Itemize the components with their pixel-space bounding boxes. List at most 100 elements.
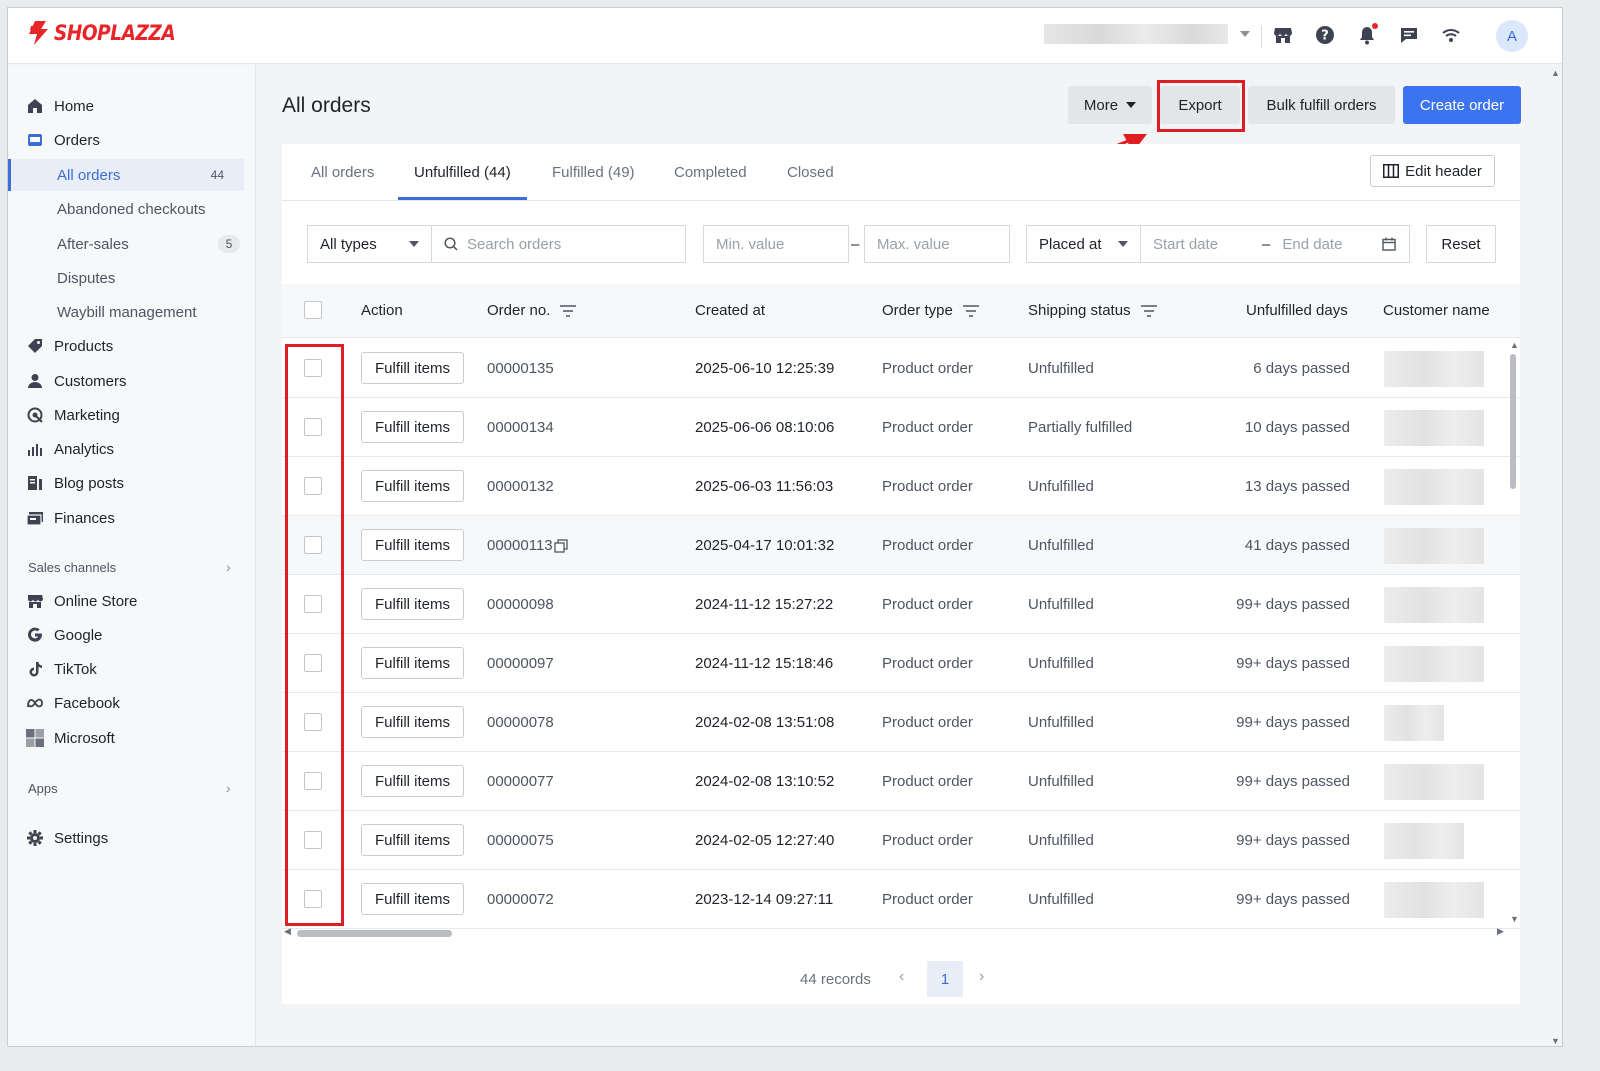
window-scrollbar[interactable]: ▲ ▼	[1547, 66, 1562, 1046]
scroll-down-arrow[interactable]: ▼	[1510, 914, 1519, 924]
sidebar-item-orders[interactable]: Orders	[8, 123, 256, 157]
column-order-type[interactable]: Order type	[882, 302, 979, 319]
sidebar-item-facebook[interactable]: Facebook	[8, 686, 256, 720]
table-row[interactable]: Fulfill items 00000098 2024-11-12 15:27:22…	[282, 575, 1520, 634]
fulfill-items-button[interactable]: Fulfill items	[361, 765, 464, 797]
chevron-left-icon[interactable]: ‹	[899, 968, 904, 986]
sidebar-item-tiktok[interactable]: TikTok	[8, 652, 256, 686]
date-field-select[interactable]: Placed at	[1026, 225, 1141, 263]
sidebar-item-microsoft[interactable]: Microsoft	[8, 721, 256, 755]
fulfill-items-button[interactable]: Fulfill items	[361, 411, 464, 443]
bulk-fulfill-orders-button[interactable]: Bulk fulfill orders	[1248, 86, 1395, 124]
scroll-up-arrow[interactable]: ▲	[1551, 68, 1560, 78]
scroll-left-arrow[interactable]: ◀	[284, 926, 291, 937]
tab-completed[interactable]: Completed	[674, 164, 747, 181]
sidebar-item-google[interactable]: Google	[8, 618, 256, 652]
table-row[interactable]: Fulfill items 00000077 2024-02-08 13:10:52…	[282, 752, 1520, 811]
order-number[interactable]: 00000113	[487, 537, 553, 554]
fulfill-items-button[interactable]: Fulfill items	[361, 883, 464, 915]
wifi-icon[interactable]	[1438, 22, 1464, 48]
filter-icon[interactable]	[1140, 304, 1157, 317]
table-row[interactable]: Fulfill items 00000078 2024-02-08 13:51:08…	[282, 693, 1520, 752]
store-icon[interactable]	[1270, 22, 1296, 48]
table-row[interactable]: Fulfill items 00000113 2025-04-17 10:01:32…	[282, 516, 1520, 575]
chevron-right-icon[interactable]: ›	[226, 780, 231, 796]
table-row[interactable]: Fulfill items 00000135 2025-06-10 12:25:39…	[282, 339, 1520, 398]
edit-header-button[interactable]: Edit header	[1370, 155, 1495, 187]
order-number[interactable]: 00000135	[487, 360, 554, 377]
max-value-input[interactable]: Max. value	[864, 225, 1010, 263]
more-button[interactable]: More	[1068, 86, 1152, 124]
sidebar-subitem-abandoned-checkouts[interactable]: Abandoned checkouts	[8, 193, 256, 225]
copy-icon[interactable]	[554, 539, 568, 553]
order-number[interactable]: 00000075	[487, 832, 554, 849]
sidebar-item-label: Settings	[54, 829, 109, 847]
vertical-scrollbar[interactable]	[1510, 354, 1516, 489]
column-shipping-status[interactable]: Shipping status	[1028, 302, 1157, 319]
tab-fulfilled[interactable]: Fulfilled (49)	[552, 164, 635, 181]
shoplazza-logo[interactable]: SHOPLAZZA	[26, 20, 192, 46]
column-label: Order type	[882, 302, 953, 319]
sidebar-item-blog-posts[interactable]: Blog posts	[8, 466, 256, 500]
chat-icon[interactable]	[1396, 22, 1422, 48]
fulfill-items-button[interactable]: Fulfill items	[361, 647, 464, 679]
order-number[interactable]: 00000134	[487, 419, 554, 436]
create-order-button[interactable]: Create order	[1403, 86, 1521, 124]
tab-closed[interactable]: Closed	[787, 164, 834, 181]
sidebar-item-home[interactable]: Home	[8, 89, 256, 123]
sidebar-item-settings[interactable]: Settings	[8, 821, 256, 855]
order-number[interactable]: 00000077	[487, 773, 554, 790]
order-number[interactable]: 00000097	[487, 655, 554, 672]
sidebar-item-analytics[interactable]: Analytics	[8, 432, 256, 466]
fulfill-items-button[interactable]: Fulfill items	[361, 352, 464, 384]
order-number[interactable]: 00000078	[487, 714, 554, 731]
select-all-checkbox[interactable]	[304, 301, 322, 319]
filter-icon[interactable]	[962, 304, 979, 317]
column-order-no[interactable]: Order no.	[487, 302, 577, 319]
fulfill-items-button[interactable]: Fulfill items	[361, 529, 464, 561]
tab-unfulfilled[interactable]: Unfulfilled (44)	[414, 164, 511, 181]
sales-channels-heading: Sales channels	[28, 560, 117, 575]
sidebar-item-marketing[interactable]: Marketing	[8, 398, 256, 432]
sidebar-item-customers[interactable]: Customers	[8, 364, 256, 398]
table-row[interactable]: Fulfill items 00000134 2025-06-06 08:10:06…	[282, 398, 1520, 457]
filter-icon[interactable]	[560, 304, 577, 317]
scroll-down-arrow[interactable]: ▼	[1551, 1036, 1560, 1046]
order-type-select[interactable]: All types	[307, 225, 432, 263]
chevron-right-icon[interactable]: ›	[226, 559, 231, 575]
sidebar-subitem-all-orders[interactable]: All orders 44	[8, 159, 244, 191]
store-selector[interactable]	[1044, 24, 1250, 44]
created-at: 2025-06-06 08:10:06	[695, 419, 835, 436]
order-number[interactable]: 00000072	[487, 891, 554, 908]
table-row[interactable]: Fulfill items 00000132 2025-06-03 11:56:03…	[282, 457, 1520, 516]
tab-all-orders[interactable]: All orders	[311, 164, 374, 181]
horizontal-scrollbar[interactable]	[297, 930, 452, 937]
sidebar-subitem-waybill-management[interactable]: Waybill management	[8, 296, 256, 328]
scroll-up-arrow[interactable]: ▲	[1510, 340, 1519, 350]
fulfill-items-button[interactable]: Fulfill items	[361, 706, 464, 738]
scroll-right-arrow[interactable]: ▶	[1497, 926, 1504, 937]
fulfill-items-button[interactable]: Fulfill items	[361, 588, 464, 620]
reset-button[interactable]: Reset	[1426, 225, 1496, 263]
search-input[interactable]: Search orders	[431, 225, 686, 263]
help-icon[interactable]: ?	[1312, 22, 1338, 48]
sidebar-item-products[interactable]: Products	[8, 329, 256, 363]
order-number[interactable]: 00000132	[487, 478, 554, 495]
date-range-picker[interactable]: Start date – End date	[1140, 225, 1410, 263]
min-value-input[interactable]: Min. value	[703, 225, 849, 263]
chevron-right-icon[interactable]: ›	[979, 968, 984, 986]
sidebar-subitem-after-sales[interactable]: After-sales 5	[8, 228, 256, 260]
sidebar-item-online-store[interactable]: Online Store	[8, 584, 256, 618]
column-created-at: Created at	[695, 302, 765, 319]
fulfill-items-button[interactable]: Fulfill items	[361, 824, 464, 856]
avatar[interactable]: A	[1496, 20, 1528, 52]
bell-icon[interactable]	[1354, 22, 1380, 48]
sidebar-item-finances[interactable]: Finances	[8, 501, 256, 535]
table-row[interactable]: Fulfill items 00000075 2024-02-05 12:27:40…	[282, 811, 1520, 870]
order-number[interactable]: 00000098	[487, 596, 554, 613]
fulfill-items-button[interactable]: Fulfill items	[361, 470, 464, 502]
pagination-page-1[interactable]: 1	[927, 961, 963, 997]
sidebar-subitem-disputes[interactable]: Disputes	[8, 262, 256, 294]
table-row[interactable]: Fulfill items 00000097 2024-11-12 15:18:46…	[282, 634, 1520, 693]
table-row[interactable]: Fulfill items 00000072 2023-12-14 09:27:11…	[282, 870, 1520, 929]
